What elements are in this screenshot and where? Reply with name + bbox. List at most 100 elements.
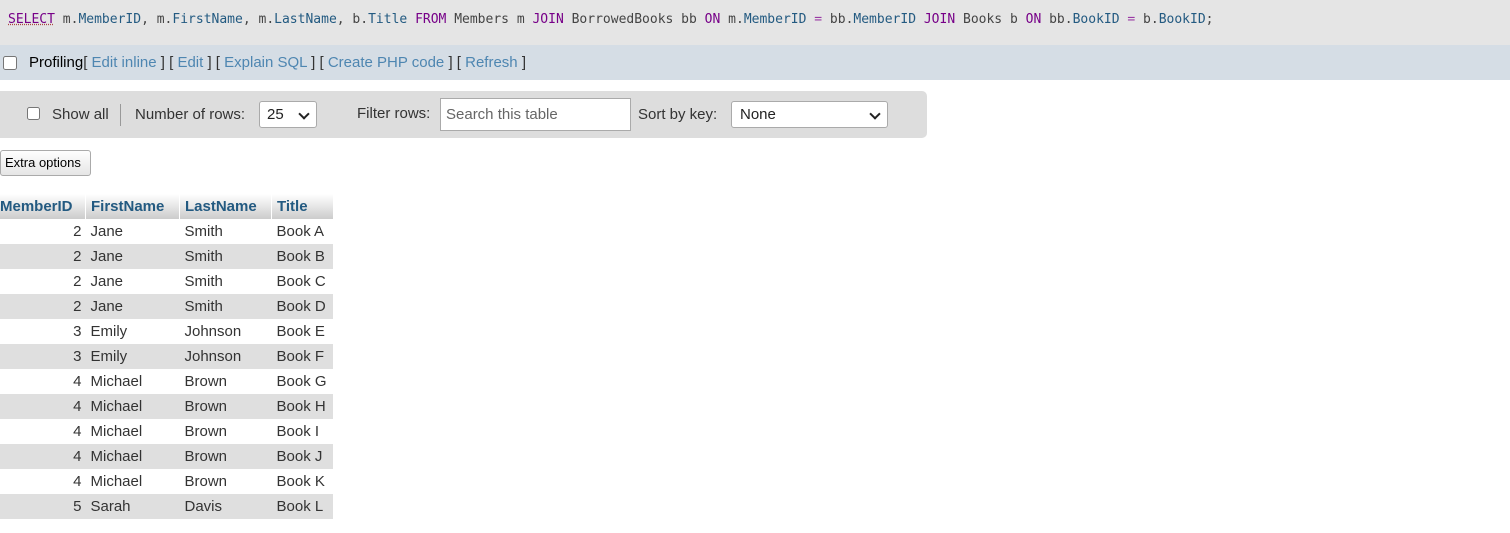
- cell-title: Book I: [271, 419, 333, 444]
- sql-token: BookID: [1072, 12, 1120, 27]
- show-all-label: Show all: [52, 106, 109, 123]
- sql-token: MemberID: [78, 12, 142, 27]
- sql-token: ;: [1205, 12, 1214, 27]
- column-header-firstname[interactable]: FirstName: [85, 194, 180, 219]
- cell-firstname: Sarah: [85, 494, 180, 519]
- sort-by-key-value: None: [740, 106, 776, 123]
- cell-memberid: 4: [0, 369, 86, 394]
- bracket: ] [: [203, 54, 225, 71]
- sql-token: bb.: [1041, 12, 1073, 27]
- table-row[interactable]: 4 Michael Brown Book H: [0, 394, 333, 419]
- cell-lastname: Johnson: [179, 344, 272, 369]
- sql-token: Members m: [446, 12, 533, 27]
- cell-firstname: Michael: [85, 419, 180, 444]
- cell-title: Book E: [271, 319, 333, 344]
- sql-token: Books b: [955, 12, 1026, 27]
- table-header-row: MemberID FirstName LastName Title: [0, 194, 333, 219]
- cell-lastname: Smith: [179, 294, 272, 319]
- table-row[interactable]: 2 Jane Smith Book B: [0, 244, 333, 269]
- cell-memberid: 3: [0, 344, 86, 369]
- cell-firstname: Emily: [85, 319, 180, 344]
- sql-token: BookID: [1158, 12, 1206, 27]
- cell-title: Book H: [271, 394, 333, 419]
- cell-firstname: Michael: [85, 369, 180, 394]
- sql-token: ON: [1025, 12, 1042, 27]
- cell-lastname: Johnson: [179, 319, 272, 344]
- bracket: ]: [517, 54, 526, 71]
- sql-token: FROM: [415, 12, 447, 27]
- sql-token: m.: [54, 12, 79, 27]
- cell-memberid: 4: [0, 444, 86, 469]
- filter-rows-input[interactable]: [440, 98, 631, 131]
- sql-token: FirstName: [172, 12, 243, 27]
- sort-by-key-label: Sort by key:: [638, 106, 718, 123]
- table-row[interactable]: 3 Emily Johnson Book F: [0, 344, 333, 369]
- cell-title: Book F: [271, 344, 333, 369]
- filter-rows-label: Filter rows:: [357, 105, 431, 122]
- cell-firstname: Michael: [85, 394, 180, 419]
- chevron-down-icon: [869, 108, 881, 120]
- cell-firstname: Michael: [85, 469, 180, 494]
- refresh-link[interactable]: Refresh: [465, 54, 518, 71]
- explain-sql-link[interactable]: Explain SQL: [224, 54, 307, 71]
- sql-token: ON: [704, 12, 721, 27]
- cell-memberid: 4: [0, 394, 86, 419]
- sql-token: BorrowedBooks bb: [563, 12, 705, 27]
- edit-inline-link[interactable]: Edit inline: [92, 54, 157, 71]
- table-row[interactable]: 2 Jane Smith Book A: [0, 219, 333, 244]
- cell-lastname: Brown: [179, 444, 272, 469]
- extra-options-button[interactable]: Extra options: [0, 150, 91, 176]
- number-of-rows-value: 25: [267, 106, 284, 123]
- cell-memberid: 4: [0, 469, 86, 494]
- divider: [120, 104, 121, 126]
- cell-lastname: Davis: [179, 494, 272, 519]
- cell-lastname: Brown: [179, 469, 272, 494]
- number-of-rows-label: Number of rows:: [135, 106, 246, 123]
- sql-token: b.: [1135, 12, 1159, 27]
- sql-token: LastName: [274, 12, 337, 27]
- table-row[interactable]: 2 Jane Smith Book C: [0, 269, 333, 294]
- results-table: MemberID FirstName LastName Title 2 Jane S…: [0, 194, 333, 519]
- table-navigation-panel: Show all Number of rows: 25 Filter rows:…: [0, 91, 927, 138]
- cell-lastname: Brown: [179, 369, 272, 394]
- cell-title: Book J: [271, 444, 333, 469]
- table-row[interactable]: 5 Sarah Davis Book L: [0, 494, 333, 519]
- cell-lastname: Smith: [179, 219, 272, 244]
- bracket: ] [: [306, 54, 328, 71]
- cell-memberid: 5: [0, 494, 86, 519]
- chevron-down-icon: [298, 108, 310, 120]
- sql-token: =: [814, 12, 823, 27]
- sql-query-display: SELECT m.MemberID, m.FirstName, m.LastNa…: [0, 0, 1510, 45]
- table-row[interactable]: 2 Jane Smith Book D: [0, 294, 333, 319]
- cell-title: Book K: [271, 469, 333, 494]
- sql-token: m.: [720, 12, 744, 27]
- query-action-links: [ Edit inline ] [ Edit ] [ Explain SQL ]…: [83, 54, 526, 71]
- cell-title: Book C: [271, 269, 333, 294]
- table-row[interactable]: 4 Michael Brown Book G: [0, 369, 333, 394]
- column-header-lastname[interactable]: LastName: [179, 194, 272, 219]
- table-row[interactable]: 4 Michael Brown Book J: [0, 444, 333, 469]
- show-all-checkbox[interactable]: [27, 107, 40, 120]
- cell-lastname: Brown: [179, 419, 272, 444]
- cell-title: Book L: [271, 494, 333, 519]
- sql-token: , m.: [141, 12, 173, 27]
- table-row[interactable]: 4 Michael Brown Book K: [0, 469, 333, 494]
- column-header-memberid[interactable]: MemberID: [0, 194, 86, 219]
- cell-firstname: Jane: [85, 219, 180, 244]
- bracket: ] [: [444, 54, 466, 71]
- profiling-checkbox[interactable]: [3, 55, 17, 70]
- table-row[interactable]: 3 Emily Johnson Book E: [0, 319, 333, 344]
- number-of-rows-select[interactable]: 25: [259, 101, 317, 128]
- edit-link[interactable]: Edit: [177, 54, 203, 71]
- cell-firstname: Jane: [85, 294, 180, 319]
- cell-memberid: 3: [0, 319, 86, 344]
- cell-firstname: Michael: [85, 444, 180, 469]
- sql-token: MemberID: [743, 12, 807, 27]
- table-row[interactable]: 4 Michael Brown Book I: [0, 419, 333, 444]
- cell-lastname: Smith: [179, 269, 272, 294]
- sort-by-key-select[interactable]: None: [731, 101, 888, 128]
- column-header-title[interactable]: Title: [271, 194, 333, 219]
- query-options-bar: Profiling [ Edit inline ] [ Edit ] [ Exp…: [0, 45, 1510, 80]
- cell-memberid: 2: [0, 269, 86, 294]
- create-php-code-link[interactable]: Create PHP code: [328, 54, 444, 71]
